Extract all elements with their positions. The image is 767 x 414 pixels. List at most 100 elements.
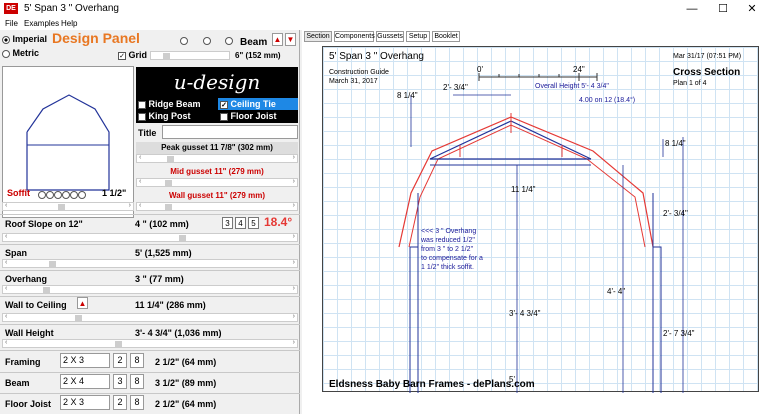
floor-joist-lumber-value: 2 1/2" (64 mm): [155, 399, 217, 409]
tab-components[interactable]: Components: [334, 31, 375, 42]
roof-slope-label: Roof Slope on 12": [5, 219, 83, 229]
grid-checkbox[interactable]: ✓: [118, 51, 126, 60]
soffit-value: 1 1/2": [102, 188, 127, 198]
imperial-radio[interactable]: [2, 35, 10, 44]
floor-joist-label: Floor Joist: [230, 111, 277, 121]
grid-label: Grid: [128, 50, 148, 60]
tab-section[interactable]: Section: [304, 31, 332, 42]
overall-height: Overall Height 5'- 4 3/4": [535, 83, 609, 90]
framing-label: Framing: [5, 357, 41, 367]
maximize-button[interactable]: ☐: [708, 0, 738, 18]
menu-help[interactable]: Help: [61, 18, 77, 30]
menu-examples[interactable]: Examples: [24, 18, 59, 30]
soffit-label: Soffit: [7, 188, 30, 198]
soffit-opt-1[interactable]: [38, 190, 46, 199]
wall-gusset-slider[interactable]: ‹ ›: [136, 202, 298, 211]
design-panel: Imperial Metric Design Panel Beam ▲ ▼ ✓ …: [0, 30, 300, 414]
dim-left-vert: 8 1/4": [397, 91, 418, 100]
slope-preset-5[interactable]: 5: [248, 217, 259, 229]
span-slider[interactable]: ‹ ›: [2, 259, 298, 268]
window-title: 5' Span 3 " Overhang: [24, 3, 119, 14]
roof-slope-slider[interactable]: ‹ ›: [2, 233, 298, 242]
slope-note: 4.00 on 12 (18.4°): [579, 97, 636, 104]
floor-joist-count[interactable]: 2: [113, 395, 127, 410]
beam-up-button[interactable]: ▲: [272, 33, 283, 46]
beam-count[interactable]: 3: [113, 374, 127, 389]
span-value: 5' (1,525 mm): [135, 248, 192, 258]
beam-label: Beam: [240, 37, 268, 48]
tab-booklet[interactable]: Booklet: [432, 31, 460, 42]
soffit-opt-3[interactable]: [54, 190, 62, 199]
dim-wall: 3'- 4 3/4": [509, 309, 541, 318]
soffit-opt-4[interactable]: [62, 190, 70, 199]
grid-slider-thumb[interactable]: [163, 53, 170, 59]
beam-opt-3[interactable]: [225, 36, 234, 45]
menu-bar: File Examples Help: [0, 18, 767, 30]
beam-lumber-label: Beam: [5, 378, 30, 388]
beam-opt-1[interactable]: [180, 36, 188, 45]
dim-top-left: 2'- 3/4": [443, 83, 468, 92]
metric-radio[interactable]: [2, 49, 10, 58]
dim-right-low: 2'- 7 3/4": [663, 329, 695, 338]
mid-gusset-slider[interactable]: ‹ ›: [136, 178, 298, 187]
ridge-beam-checkbox[interactable]: [138, 100, 146, 109]
wall-to-ceiling-slider[interactable]: ‹ ›: [2, 313, 298, 322]
frame-svg: [398, 73, 684, 393]
span-label: Span: [5, 248, 28, 258]
dim-right-top: 8 1/4": [665, 139, 686, 148]
overhang-label: Overhang: [5, 274, 48, 284]
overhang-value: 3 " (77 mm): [135, 274, 184, 284]
peak-gusset-slider[interactable]: ‹ ›: [136, 154, 298, 163]
grid-slider[interactable]: [150, 51, 230, 60]
dim-right-mid: 2'- 3/4": [663, 209, 688, 218]
soffit-opt-5[interactable]: [70, 190, 78, 199]
overhang-slider[interactable]: ‹ ›: [2, 285, 298, 294]
metric-label: Metric: [12, 48, 40, 58]
drawing-guide: Construction Guide: [329, 69, 389, 76]
wall-height-value: 3'- 4 3/4" (1,036 mm): [135, 328, 222, 338]
soffit-opt-6[interactable]: [78, 190, 86, 199]
wall-height-slider[interactable]: ‹ ›: [2, 339, 298, 348]
beam-ply[interactable]: 8: [130, 374, 144, 389]
title-input[interactable]: [162, 125, 298, 139]
menu-file[interactable]: File: [5, 18, 18, 30]
framing-ply[interactable]: 8: [130, 353, 144, 368]
dim-floor: 4'- 4": [607, 287, 626, 296]
framing-size-select[interactable]: 2 X 3: [60, 353, 110, 368]
wall-gusset-label: Wall gusset 11" (279 mm): [169, 191, 265, 200]
slope-preset-3[interactable]: 3: [222, 217, 233, 229]
floor-joist-checkbox[interactable]: [220, 112, 228, 121]
minimize-button[interactable]: —: [677, 0, 707, 18]
preview-scrollbar[interactable]: ‹ ›: [2, 202, 134, 211]
ridge-beam-label: Ridge Beam: [148, 99, 201, 109]
wall-height-label: Wall Height: [5, 328, 54, 338]
tab-setup[interactable]: Setup: [406, 31, 430, 42]
king-post-label: King Post: [148, 111, 191, 121]
ceiling-tie-checkbox[interactable]: ✓: [220, 100, 228, 109]
wall-to-ceiling-arrow[interactable]: ▲: [77, 297, 88, 309]
wall-to-ceiling-value: 11 1/4" (286 mm): [135, 300, 206, 310]
drawing-footer: Eldsness Baby Barn Frames - dePlans.com: [329, 379, 535, 390]
drawing-stamp: Mar 31/17 (07:51 PM): [673, 53, 742, 60]
soffit-opt-2[interactable]: [46, 190, 54, 199]
framing-count[interactable]: 2: [113, 353, 127, 368]
floor-joist-size-select[interactable]: 2 X 3: [60, 395, 110, 410]
king-post-checkbox[interactable]: [138, 112, 146, 121]
close-button[interactable]: ✕: [737, 0, 767, 18]
beam-size-select[interactable]: 2 X 4: [60, 374, 110, 389]
peak-gusset-label: Peak gusset 11 7/8" (302 mm): [136, 142, 298, 154]
drawing-date: March 31, 2017: [329, 78, 378, 85]
beam-opt-2[interactable]: [202, 36, 211, 45]
u-design-logo: u-design: [136, 67, 298, 97]
roof-angle: 18.4°: [264, 215, 293, 229]
tab-gussets[interactable]: Gussets: [376, 31, 404, 42]
drawing-view-title: Cross Section: [673, 67, 741, 78]
framing-value: 2 1/2" (64 mm): [155, 357, 217, 367]
scale-24: 24": [573, 65, 585, 74]
beam-down-button[interactable]: ▼: [285, 33, 296, 46]
imperial-label: Imperial: [12, 34, 48, 44]
scale-zero: 0': [477, 65, 483, 74]
floor-joist-ply[interactable]: 8: [130, 395, 144, 410]
slope-preset-4[interactable]: 4: [235, 217, 246, 229]
design-panel-title: Design Panel: [52, 30, 140, 46]
